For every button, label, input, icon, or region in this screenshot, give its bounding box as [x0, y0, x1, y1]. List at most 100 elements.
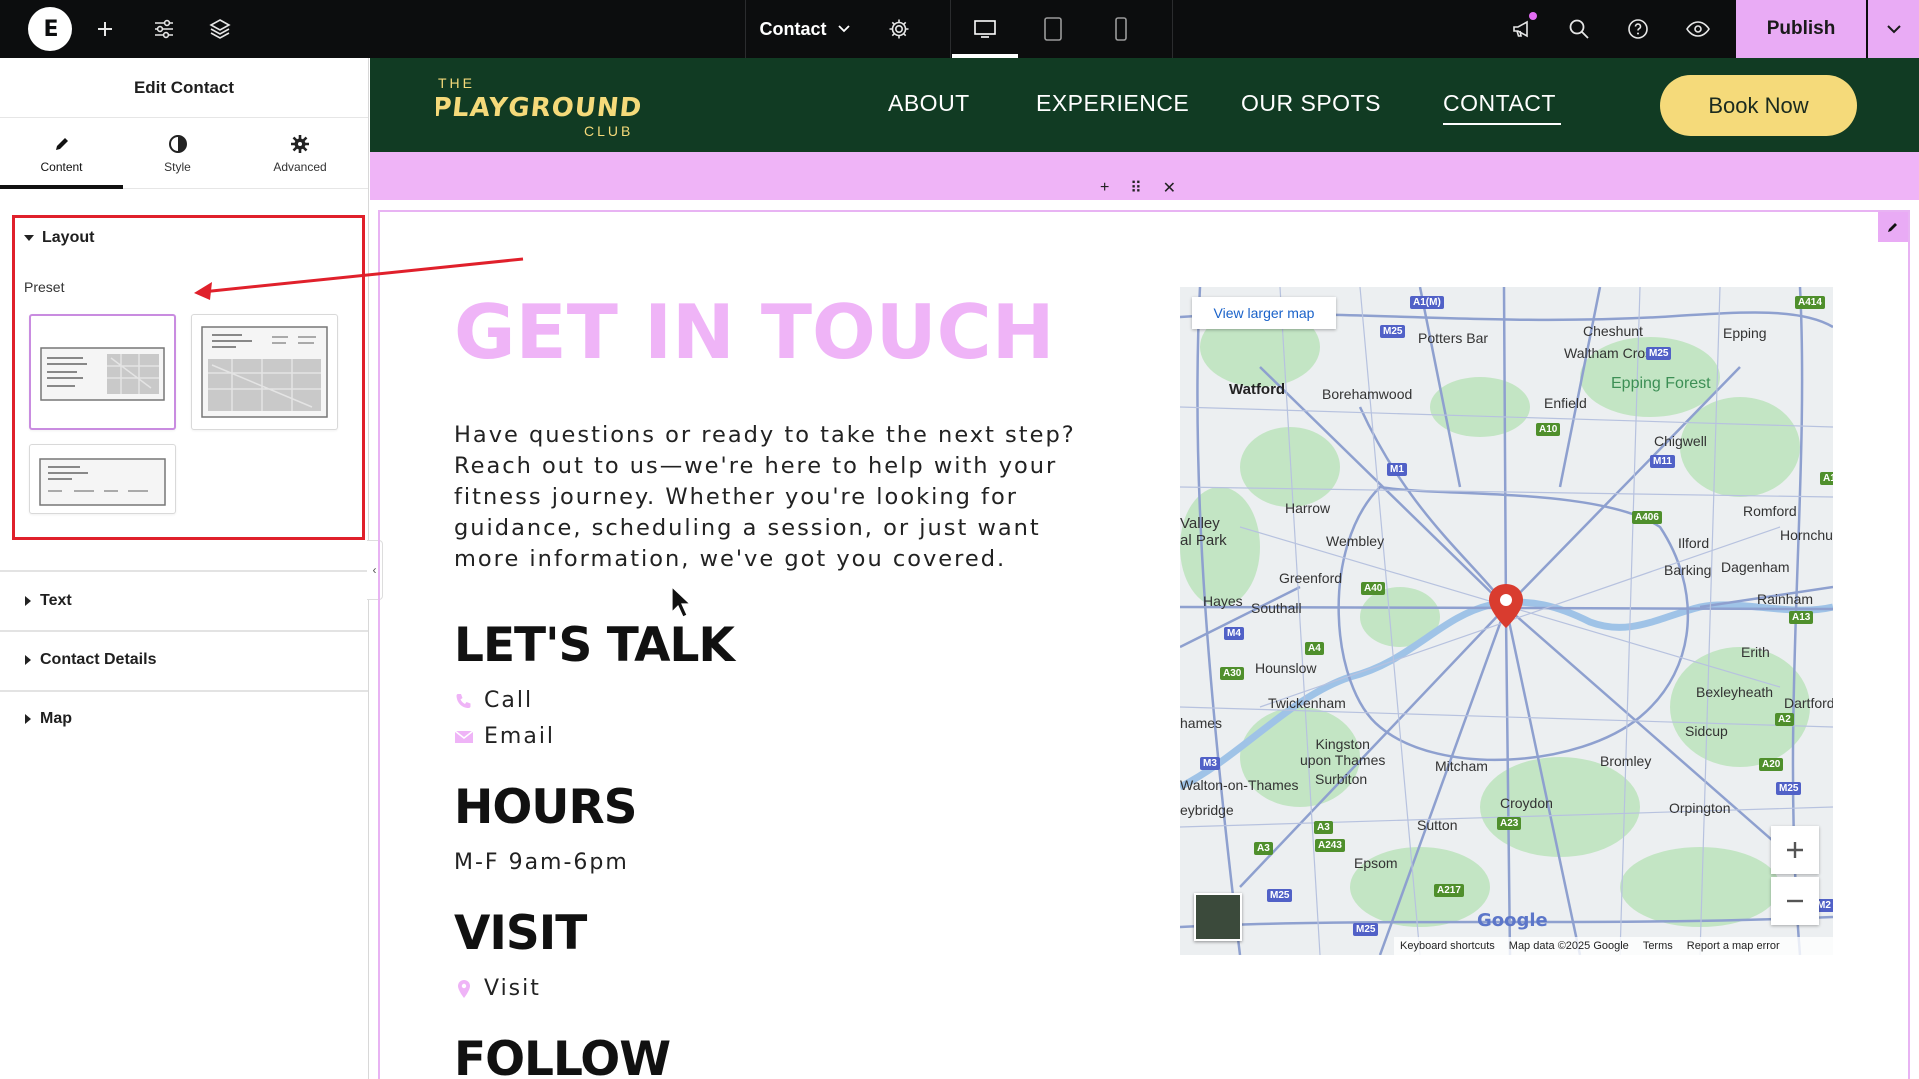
google-map-embed[interactable]: Potters Bar Cheshunt Epping Waltham Cros…: [1180, 287, 1833, 955]
map-zoom-in-button[interactable]: [1771, 826, 1819, 874]
page-title: GET IN TOUCH: [454, 288, 1055, 376]
map-label: Waltham Cross: [1564, 345, 1660, 361]
keyboard-shortcuts-link[interactable]: Keyboard shortcuts: [1400, 940, 1495, 952]
road-shield: A40: [1361, 582, 1386, 595]
map-section-header[interactable]: Map: [24, 710, 72, 728]
map-label: Bromley: [1600, 753, 1652, 769]
road-shield: A10: [1536, 423, 1561, 436]
tablet-view-button[interactable]: [1020, 0, 1086, 58]
page-select-dropdown[interactable]: Contact: [745, 0, 865, 58]
map-label: Barking: [1664, 562, 1712, 578]
preset-text-only[interactable]: [29, 444, 176, 514]
satellite-toggle-button[interactable]: [1194, 893, 1242, 941]
email-link[interactable]: Email: [454, 724, 555, 749]
map-label: Harrow: [1285, 500, 1331, 516]
map-label: Valley al Park: [1180, 515, 1227, 549]
map-label: Epsom: [1354, 855, 1398, 871]
map-label: Southall: [1251, 600, 1302, 616]
panel-title: Edit Contact: [0, 58, 368, 118]
preset-text-left-map-right[interactable]: [29, 314, 176, 430]
road-shield: M4: [1224, 627, 1244, 640]
notifications-button[interactable]: [1505, 0, 1539, 58]
nav-our-spots[interactable]: OUR SPOTS: [1241, 90, 1381, 117]
hours-heading: HOURS: [454, 780, 637, 835]
logo-club-text: CLUB: [584, 123, 633, 139]
mobile-view-button[interactable]: [1088, 0, 1154, 58]
map-label: Walton-on-Thames: [1180, 777, 1299, 793]
report-map-error-link[interactable]: Report a map error: [1687, 940, 1780, 952]
elementor-menu-button[interactable]: E: [26, 0, 74, 58]
map-label: Hayes: [1203, 593, 1243, 609]
contact-details-section-header[interactable]: Contact Details: [24, 651, 156, 669]
map-zoom-out-button[interactable]: [1771, 877, 1819, 925]
editor-top-bar: E Contact Publish: [0, 0, 1919, 58]
lets-talk-heading: LET'S TALK: [454, 618, 735, 673]
visit-label: Visit: [484, 976, 541, 1001]
tab-advanced[interactable]: Advanced: [240, 118, 360, 189]
caret-down-icon: [24, 235, 34, 241]
road-shield: A3: [1314, 821, 1333, 834]
layout-section-label: Layout: [42, 229, 95, 246]
map-label: Hounslow: [1255, 660, 1317, 676]
caret-right-icon: [25, 596, 31, 606]
tab-content[interactable]: Content: [0, 118, 123, 189]
preview-button[interactable]: [1681, 0, 1715, 58]
page-settings-button[interactable]: [884, 0, 914, 58]
caret-right-icon: [25, 655, 31, 665]
edit-widget-button[interactable]: [1878, 212, 1908, 242]
road-shield: A4: [1305, 642, 1324, 655]
contact-details-section-label: Contact Details: [40, 651, 157, 668]
tab-style-label: Style: [164, 159, 191, 174]
map-label: Sutton: [1417, 817, 1458, 833]
drag-handle-icon[interactable]: ⠿: [1130, 178, 1142, 198]
desktop-view-button[interactable]: [952, 0, 1018, 58]
road-shield: M11: [1650, 455, 1675, 468]
help-button[interactable]: [1622, 0, 1654, 58]
publish-options-button[interactable]: [1868, 0, 1919, 58]
tab-content-label: Content: [40, 159, 83, 174]
map-label: Epping Forest: [1611, 375, 1711, 392]
text-section-header[interactable]: Text: [24, 592, 72, 610]
add-element-button[interactable]: [90, 0, 120, 58]
envelope-icon: [454, 727, 474, 747]
search-icon: [1569, 19, 1589, 39]
delete-container-icon[interactable]: ✕: [1163, 178, 1176, 198]
playground-club-logo[interactable]: THE PLAYGROUND CLUB: [436, 72, 646, 140]
publish-button[interactable]: Publish: [1736, 0, 1866, 58]
nav-contact[interactable]: CONTACT: [1443, 90, 1556, 117]
layout-section-header[interactable]: Layout: [24, 229, 94, 247]
add-container-icon[interactable]: +: [1100, 179, 1109, 197]
road-shield: A20: [1759, 758, 1784, 771]
visit-link[interactable]: Visit: [454, 976, 541, 1001]
gear-icon: [889, 19, 909, 39]
gear-icon: [291, 134, 309, 153]
terms-link[interactable]: Terms: [1643, 940, 1673, 952]
book-now-button[interactable]: Book Now: [1660, 75, 1857, 136]
road-shield: A217: [1434, 884, 1464, 897]
road-shield: A12: [1820, 472, 1833, 485]
structure-button[interactable]: [204, 0, 236, 58]
plus-icon: [1787, 842, 1803, 858]
tab-style[interactable]: Style: [123, 118, 232, 189]
road-shield: A3: [1254, 842, 1273, 855]
map-label: Greenford: [1279, 570, 1343, 586]
container-tools: + ⠿ ✕: [1100, 176, 1176, 200]
megaphone-icon: [1513, 20, 1528, 38]
map-label: eybridge: [1180, 802, 1234, 818]
nav-about[interactable]: ABOUT: [888, 90, 970, 117]
page-name: Contact: [759, 18, 827, 39]
search-button[interactable]: [1563, 0, 1595, 58]
map-label: Wembley: [1326, 533, 1385, 549]
map-label: Borehamwood: [1322, 386, 1413, 402]
map-label: Rainham: [1757, 591, 1814, 607]
preset-text-top-map-bottom[interactable]: [191, 314, 338, 430]
nav-experience[interactable]: EXPERIENCE: [1036, 90, 1189, 117]
map-label: Erith: [1741, 644, 1770, 660]
road-shield: M25: [1267, 889, 1293, 902]
site-settings-button[interactable]: [148, 0, 180, 58]
road-shield: A406: [1632, 511, 1662, 524]
call-link[interactable]: Call: [454, 688, 533, 713]
view-larger-map-link[interactable]: View larger map: [1192, 297, 1336, 329]
logo-name-text: PLAYGROUND: [436, 93, 644, 123]
road-shield: M25: [1380, 325, 1406, 338]
